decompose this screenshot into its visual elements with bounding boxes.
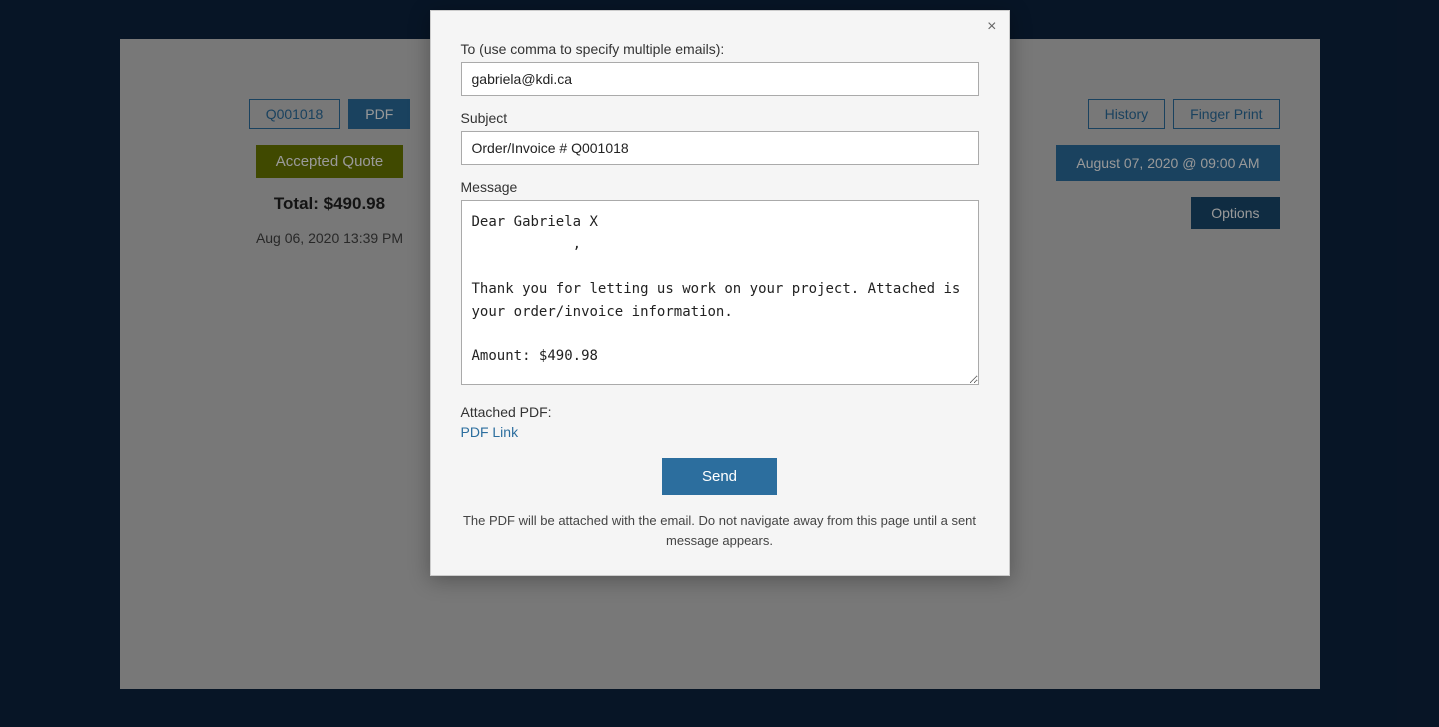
disclaimer-text: The PDF will be attached with the email.…	[461, 511, 979, 550]
attached-pdf-section: Attached PDF: PDF Link	[461, 404, 979, 442]
pdf-link[interactable]: PDF Link	[461, 424, 519, 440]
subject-label: Subject	[461, 110, 979, 126]
message-textarea[interactable]: Dear Gabriela X , Thank you for letting …	[461, 200, 979, 385]
to-field-group: To (use comma to specify multiple emails…	[461, 41, 979, 96]
to-label: To (use comma to specify multiple emails…	[461, 41, 979, 57]
message-field-group: Message Dear Gabriela X , Thank you for …	[461, 179, 979, 390]
modal-overlay: × To (use comma to specify multiple emai…	[0, 0, 1439, 727]
email-modal: × To (use comma to specify multiple emai…	[430, 10, 1010, 576]
close-button[interactable]: ×	[987, 19, 996, 35]
send-button-container: Send	[461, 458, 979, 495]
message-label: Message	[461, 179, 979, 195]
to-input[interactable]	[461, 62, 979, 96]
attached-label: Attached PDF:	[461, 404, 979, 420]
subject-field-group: Subject	[461, 110, 979, 165]
subject-input[interactable]	[461, 131, 979, 165]
send-button[interactable]: Send	[662, 458, 777, 495]
